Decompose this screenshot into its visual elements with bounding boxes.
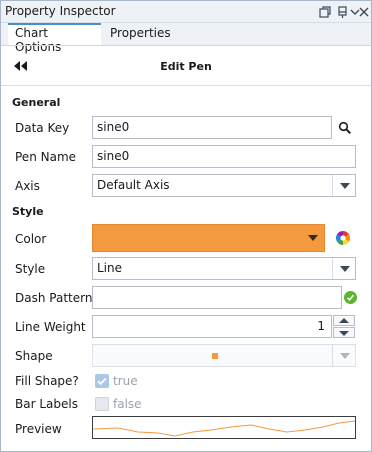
- fill-shape-label: Fill Shape?: [15, 374, 79, 388]
- restore-icon[interactable]: [317, 4, 333, 20]
- dash-pattern-input[interactable]: [92, 286, 342, 309]
- section-general-heading: General: [12, 96, 61, 109]
- search-icon[interactable]: [338, 121, 352, 135]
- axis-select-value: Default Axis: [97, 178, 170, 192]
- line-weight-label: Line Weight: [15, 320, 86, 334]
- property-inspector-panel: Property Inspector Chart Options Propert…: [0, 0, 372, 452]
- close-icon[interactable]: [357, 4, 372, 20]
- page-title: Edit Pen: [160, 60, 212, 73]
- style-select[interactable]: Line: [92, 257, 356, 280]
- data-key-value: sine0: [97, 120, 130, 134]
- style-select-value: Line: [97, 261, 123, 275]
- tab-bar: Chart Options Properties: [1, 23, 371, 54]
- shape-label: Shape: [15, 349, 53, 363]
- tab-chart-options[interactable]: Chart Options: [8, 23, 101, 54]
- check-valid-icon: [344, 291, 357, 304]
- chevron-down-icon[interactable]: [332, 175, 355, 196]
- pen-name-label: Pen Name: [15, 150, 77, 164]
- chevron-down-icon[interactable]: [332, 345, 355, 366]
- axis-label: Axis: [15, 179, 40, 193]
- shape-select[interactable]: [92, 344, 356, 367]
- bar-labels-checkbox[interactable]: [95, 397, 109, 411]
- fill-shape-value: true: [113, 374, 138, 388]
- tab-divider: [1, 45, 371, 46]
- bar-labels-value: false: [113, 397, 142, 411]
- pen-preview: [92, 416, 356, 439]
- line-weight-value: 1: [317, 319, 325, 333]
- data-key-label: Data Key: [15, 121, 70, 135]
- square-marker-icon: [212, 353, 218, 359]
- preview-line: [92, 420, 356, 437]
- color-picker-field[interactable]: [92, 224, 325, 252]
- preview-label: Preview: [15, 422, 62, 436]
- chevron-down-icon[interactable]: [308, 235, 318, 241]
- fill-shape-checkbox[interactable]: [95, 374, 109, 388]
- color-label: Color: [15, 232, 47, 246]
- title-bar: Property Inspector: [1, 1, 371, 23]
- data-key-input[interactable]: sine0: [92, 116, 332, 139]
- increment-button[interactable]: [333, 315, 355, 326]
- style-label: Style: [15, 262, 46, 276]
- window-title: Property Inspector: [5, 4, 116, 18]
- color-wheel-icon[interactable]: [335, 230, 351, 246]
- decrement-button[interactable]: [333, 327, 355, 338]
- tab-properties[interactable]: Properties: [103, 23, 183, 46]
- line-weight-input[interactable]: 1: [92, 315, 332, 338]
- axis-select[interactable]: Default Axis: [92, 174, 356, 197]
- dash-pattern-label: Dash Pattern: [15, 291, 93, 305]
- pen-name-value: sine0: [97, 149, 130, 163]
- pen-name-input[interactable]: sine0: [92, 145, 356, 168]
- section-style-heading: Style: [12, 205, 44, 218]
- edit-pen-header: Edit Pen: [1, 47, 371, 86]
- chevron-down-icon[interactable]: [332, 258, 355, 279]
- bar-labels-label: Bar Labels: [15, 397, 78, 411]
